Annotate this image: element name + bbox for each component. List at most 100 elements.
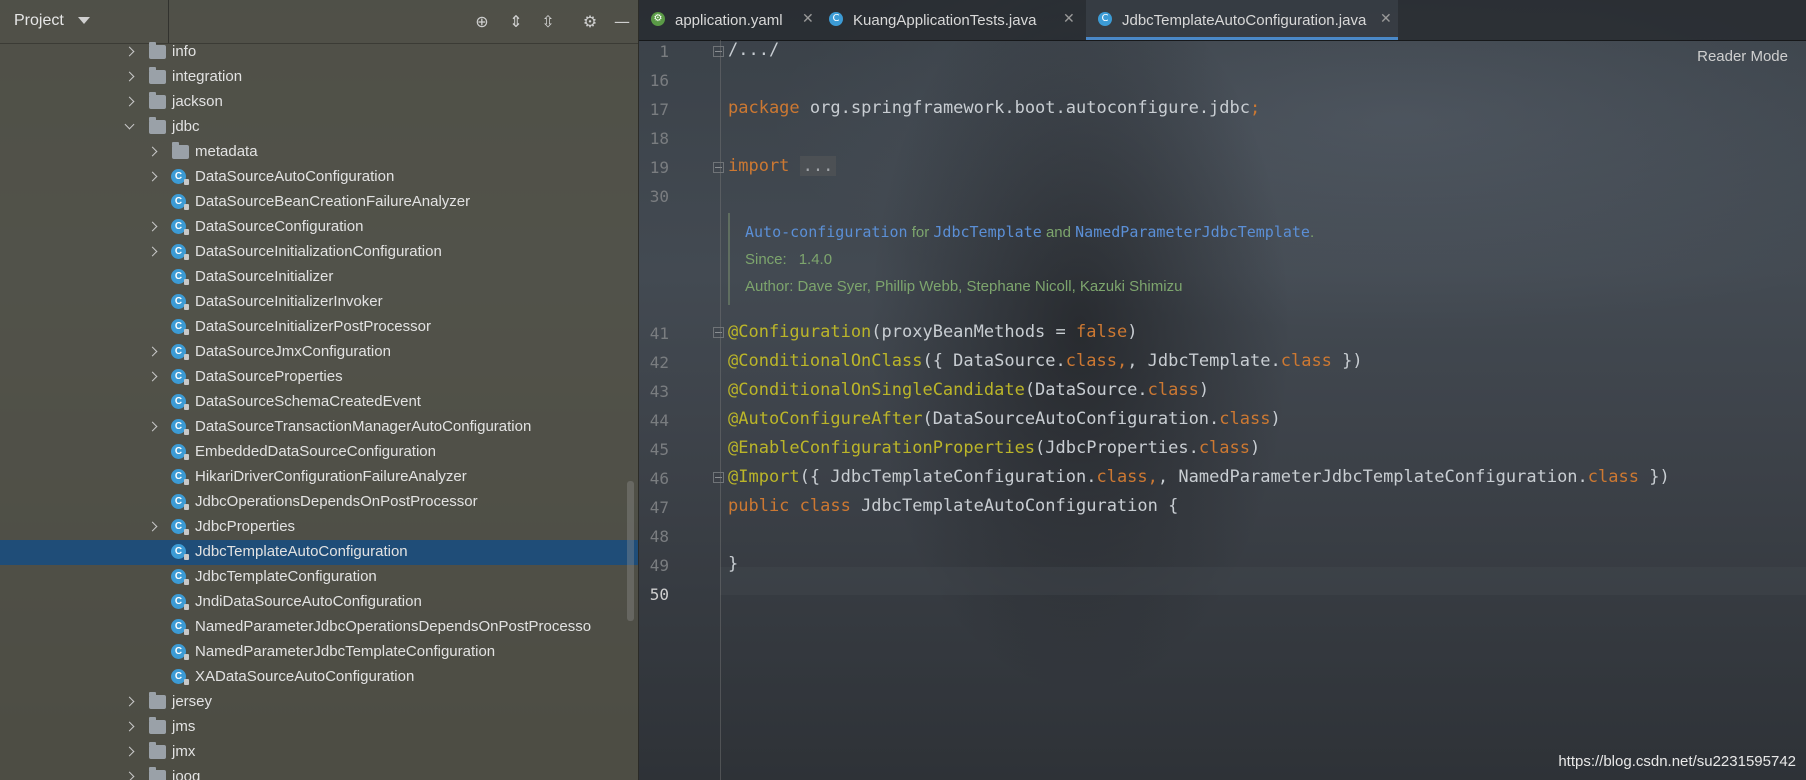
code-line: @EnableConfigurationProperties(JdbcPrope… [728, 438, 1260, 458]
tree-folder-jooq[interactable]: jooq [0, 765, 638, 780]
chevron-right-icon[interactable] [147, 371, 159, 383]
java-class-icon: C [171, 669, 189, 685]
tree-class-item[interactable]: C HikariDriverConfigurationFailureAnalyze… [0, 465, 638, 490]
keyword: class [1065, 351, 1117, 371]
line-number: 48 [649, 527, 669, 546]
tree-folder-jms[interactable]: jms [0, 715, 638, 740]
doc-link[interactable]: JdbcTemplate [933, 223, 1041, 241]
tree-item-label: jms [172, 718, 196, 735]
tree-class-item[interactable]: C DataSourceInitializer [0, 265, 638, 290]
tree-class-item[interactable]: C DataSourceJmxConfiguration [0, 340, 638, 365]
tree-item-label: jooq [172, 768, 201, 780]
tree-class-item[interactable]: C DataSourceInitializerPostProcessor [0, 315, 638, 340]
tab-jdbc-template-auto-configuration[interactable]: C JdbcTemplateAutoConfiguration.java ✕ [1086, 0, 1398, 40]
keyword: class [1198, 438, 1250, 458]
editor-area: ⚙ application.yaml ✕ C KuangApplicationT… [639, 0, 1806, 780]
tree-class-item[interactable]: C JdbcTemplateAutoConfiguration [0, 540, 638, 565]
chevron-down-icon[interactable] [124, 121, 136, 133]
line-number: 30 [649, 187, 669, 206]
tab-kuang-application-tests[interactable]: C KuangApplicationTests.java ✕ [817, 0, 1079, 40]
tree-class-item[interactable]: C DataSourceInitializationConfiguration [0, 240, 638, 265]
chevron-right-icon[interactable] [147, 521, 159, 533]
expand-all-icon[interactable]: ⇕ [506, 12, 526, 32]
fold-marker-icon[interactable] [713, 162, 724, 173]
chevron-right-icon[interactable] [124, 721, 136, 733]
tree-class-item[interactable]: C EmbeddedDataSourceConfiguration [0, 440, 638, 465]
tree-folder-jmx[interactable]: jmx [0, 740, 638, 765]
code-text: JdbcTemplateAutoConfiguration { [850, 496, 1179, 516]
tree-class-item[interactable]: C JdbcProperties [0, 515, 638, 540]
tree-item-label: jdbc [172, 118, 200, 135]
code-text: (DataSource. [1024, 380, 1148, 400]
tree-folder-metadata[interactable]: metadata [0, 140, 638, 165]
locate-icon[interactable]: ⊕ [472, 12, 492, 32]
tree-class-item[interactable]: C DataSourceConfiguration [0, 215, 638, 240]
chevron-right-icon[interactable] [124, 696, 136, 708]
tree-class-item[interactable]: C DataSourceBeanCreationFailureAnalyzer [0, 190, 638, 215]
close-icon[interactable]: ✕ [1063, 11, 1075, 27]
chevron-right-icon[interactable] [124, 46, 136, 58]
tree-class-item[interactable]: C NamedParameterJdbcOperationsDependsOnPo… [0, 615, 638, 640]
tree-folder-jackson[interactable]: jackson [0, 90, 638, 115]
tree-class-item[interactable]: C JdbcOperationsDependsOnPostProcessor [0, 490, 638, 515]
tree-folder-integration[interactable]: integration [0, 65, 638, 90]
java-class-icon: C [171, 619, 189, 635]
code-line: import ... [728, 156, 837, 176]
tree-folder-jersey[interactable]: jersey [0, 690, 638, 715]
tree-class-item[interactable]: C DataSourceAutoConfiguration [0, 165, 638, 190]
tab-application-yaml[interactable]: ⚙ application.yaml ✕ [639, 0, 817, 40]
project-view-selector[interactable]: Project [14, 12, 91, 30]
code-content[interactable]: /.../ package org.springframework.boot.a… [728, 40, 1798, 780]
tree-folder-info[interactable]: info [0, 40, 638, 65]
fold-marker-icon[interactable] [713, 327, 724, 338]
line-number: 1 [659, 42, 669, 61]
tree-class-item[interactable]: C DataSourceTransactionManagerAutoConfigu… [0, 415, 638, 440]
folded-header[interactable]: /.../ [728, 40, 779, 60]
tab-label: application.yaml [675, 12, 783, 29]
chevron-right-icon[interactable] [147, 346, 159, 358]
tree-class-item[interactable]: C XADataSourceAutoConfiguration [0, 665, 638, 690]
chevron-right-icon[interactable] [147, 246, 159, 258]
project-title-label: Project [14, 12, 64, 29]
tree-folder-jdbc[interactable]: jdbc [0, 115, 638, 140]
chevron-right-icon[interactable] [147, 421, 159, 433]
minimize-icon[interactable]: — [612, 12, 632, 32]
line-number: 19 [649, 158, 669, 177]
fold-marker-icon[interactable] [713, 46, 724, 57]
tree-class-item[interactable]: C JndiDataSourceAutoConfiguration [0, 590, 638, 615]
gear-icon[interactable]: ⚙ [580, 12, 600, 32]
tree-scrollbar[interactable] [627, 481, 634, 621]
line-number: 50 [649, 585, 669, 604]
editor-tab-bar: ⚙ application.yaml ✕ C KuangApplicationT… [639, 0, 1806, 41]
chevron-right-icon[interactable] [124, 771, 136, 780]
tree-item-label: jackson [172, 93, 223, 110]
doc-summary: Auto-configuration for JdbcTemplate and … [745, 223, 1314, 241]
java-class-icon: C [171, 269, 189, 285]
chevron-right-icon[interactable] [147, 171, 159, 183]
code-text: } [728, 554, 739, 574]
tree-class-item[interactable]: C NamedParameterJdbcTemplateConfiguration [0, 640, 638, 665]
tree-class-item[interactable]: C JdbcTemplateConfiguration [0, 565, 638, 590]
doc-link[interactable]: NamedParameterJdbcTemplate [1075, 223, 1310, 241]
tree-class-item[interactable]: C DataSourceSchemaCreatedEvent [0, 390, 638, 415]
chevron-right-icon[interactable] [124, 71, 136, 83]
code-text: , JdbcTemplate. [1127, 351, 1281, 371]
folded-imports[interactable]: ... [799, 156, 837, 176]
tree-class-item[interactable]: C DataSourceInitializerInvoker [0, 290, 638, 315]
chevron-right-icon[interactable] [124, 746, 136, 758]
semicolon: ; [1250, 98, 1261, 118]
chevron-right-icon[interactable] [147, 146, 159, 158]
line-number: 45 [649, 440, 669, 459]
tree-class-item[interactable]: C DataSourceProperties [0, 365, 638, 390]
code-text: }) [1331, 351, 1363, 371]
chevron-right-icon[interactable] [147, 221, 159, 233]
keyword: import [728, 156, 790, 176]
chevron-right-icon[interactable] [124, 96, 136, 108]
close-icon[interactable]: ✕ [802, 11, 814, 27]
close-icon[interactable]: ✕ [1380, 11, 1392, 27]
collapse-all-icon[interactable]: ⇳ [538, 12, 558, 32]
doc-link[interactable]: Auto-configuration [745, 223, 908, 241]
java-class-icon: C [171, 644, 189, 660]
code-line: @Import({ JdbcTemplateConfiguration.clas… [728, 467, 1670, 487]
fold-marker-icon[interactable] [713, 472, 724, 483]
